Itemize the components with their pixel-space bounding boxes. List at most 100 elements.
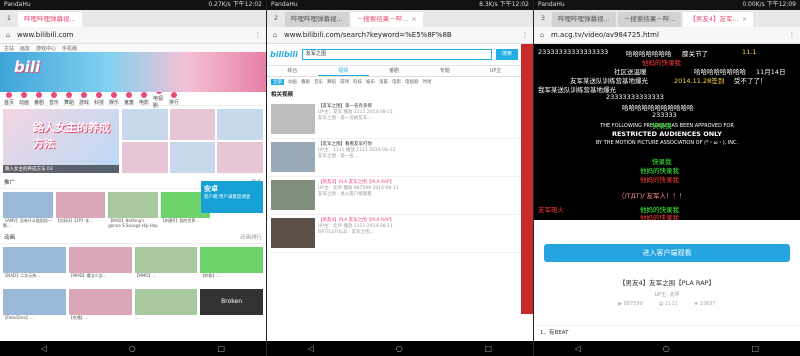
tab-bilibili-home[interactable]: 哔哩哔哩弹幕视...: [285, 12, 349, 27]
uploader[interactable]: UP主: 北坪: [534, 291, 800, 298]
tab-bilibili-home[interactable]: 哔哩哔哩弹幕视...: [18, 12, 82, 27]
video-card[interactable]: 【AMV】没有什么能阻挡一颗...: [3, 192, 53, 228]
filter-item[interactable]: 音乐: [314, 79, 323, 85]
recent-apps-icon[interactable]: □: [752, 344, 760, 353]
result-thumbnail[interactable]: [271, 218, 315, 248]
nav-item[interactable]: 科技: [93, 91, 105, 106]
home-icon[interactable]: ⌂: [537, 31, 547, 39]
tab-search-results[interactable]: －搜索结果－哔...: [617, 12, 682, 27]
nav-item[interactable]: 电影: [138, 91, 150, 106]
filter-item[interactable]: 鬼畜: [379, 79, 388, 85]
filter-item[interactable]: 游戏: [340, 79, 349, 85]
tab-all[interactable]: 综合: [267, 66, 318, 76]
result-thumbnail[interactable]: [271, 180, 315, 210]
nav-item[interactable]: 番剧: [33, 91, 45, 106]
filter-item[interactable]: 全部: [271, 79, 284, 85]
home-icon[interactable]: ⌂: [3, 31, 13, 39]
recent-apps-icon[interactable]: □: [485, 344, 493, 353]
video-card[interactable]: Broken: [200, 289, 263, 325]
top-link[interactable]: 画友: [20, 45, 30, 52]
search-result[interactable]: 【友军之围】第一名有多惨 UP主：友军 播放 1111 2014-08-11 友军之…: [267, 101, 521, 139]
address-bar[interactable]: ⌂ www.bilibili.com/search?keyword=%E5%8F…: [267, 27, 533, 44]
search-result[interactable]: 【男友4】PLA 友军之围【PLA RAP】 UP主：北坪 播放 887599 2…: [267, 177, 521, 215]
tab-bilibili-home[interactable]: 哔哩哔哩弹幕视...: [552, 12, 616, 27]
filter-item[interactable]: 电影: [392, 79, 401, 85]
nav-item[interactable]: 音乐: [48, 91, 60, 106]
open-in-app-button[interactable]: 进入客户端观看: [544, 244, 790, 262]
address-bar[interactable]: ⌂ m.acg.tv/video/av984725.html ⋮: [534, 27, 800, 44]
thumb[interactable]: [217, 109, 263, 140]
android-app-ad[interactable]: 安卓 客户端 用户满意度调查: [201, 181, 263, 213]
filter-item[interactable]: 舞蹈: [327, 79, 336, 85]
nav-item[interactable]: 排行: [168, 91, 180, 106]
hero-banner[interactable]: 路人女主的养成方法 路人女主的养成方法 03: [3, 109, 119, 173]
result-thumbnail[interactable]: [271, 104, 315, 134]
filter-item[interactable]: 娱乐: [366, 79, 375, 85]
filter-item[interactable]: 科技: [353, 79, 362, 85]
close-icon[interactable]: ×: [742, 15, 747, 23]
home-icon[interactable]: ○: [663, 344, 670, 353]
nav-item[interactable]: 舞蹈: [63, 91, 75, 106]
tab-video[interactable]: 视频: [317, 66, 369, 76]
back-icon[interactable]: ◁: [575, 344, 581, 353]
tab-video[interactable]: 【男友4】友军... ×: [683, 12, 754, 27]
top-link[interactable]: 手机版: [62, 45, 77, 52]
tab-special[interactable]: 专题: [419, 66, 470, 76]
nav-item[interactable]: 娱乐: [108, 91, 120, 106]
video-card[interactable]: ...: [134, 289, 198, 325]
top-link[interactable]: 游戏中心: [36, 45, 56, 52]
video-card[interactable]: 【吃播】...: [68, 289, 132, 325]
tab-count[interactable]: 3: [534, 10, 552, 27]
video-card[interactable]: 【Fate/Zero】...: [3, 289, 66, 325]
home-icon[interactable]: ⌂: [270, 31, 280, 39]
tab-count[interactable]: 1: [0, 10, 18, 27]
home-icon[interactable]: ○: [129, 344, 136, 353]
thumb[interactable]: [169, 142, 216, 173]
search-button[interactable]: 搜索: [496, 49, 518, 60]
bilibili-logo[interactable]: bili: [14, 58, 40, 76]
back-icon[interactable]: ◁: [41, 344, 47, 353]
thumb[interactable]: [122, 142, 168, 173]
video-player[interactable]: THE FOLLOWING PREVIEW HAS BEEN APPROVED …: [534, 44, 800, 220]
home-icon[interactable]: ○: [396, 344, 403, 353]
menu-icon[interactable]: ⋮: [520, 31, 530, 39]
thumb[interactable]: [169, 109, 216, 140]
ranking-link[interactable]: 动画排行: [240, 233, 262, 241]
nav-item[interactable]: 游戏: [78, 91, 90, 106]
url-text[interactable]: www.bilibili.com: [13, 31, 253, 39]
side-ad-strip[interactable]: [521, 44, 533, 314]
url-text[interactable]: m.acg.tv/video/av984725.html: [547, 31, 787, 39]
video-card[interactable]: 【MAD】Nothing's gonna S Savage Hip Hop: [108, 192, 158, 228]
search-result[interactable]: 【友军之围】看看友军打你 UP主：1111 播放 1111 2014-08-12 友…: [267, 139, 521, 177]
video-card[interactable]: 【MMD】...: [134, 247, 198, 283]
nav-item[interactable]: 首页: [3, 91, 15, 106]
filter-item[interactable]: 电视剧: [405, 79, 419, 85]
result-thumbnail[interactable]: [271, 142, 315, 172]
tab-up[interactable]: UP主: [470, 66, 521, 76]
filter-item[interactable]: 时尚: [423, 79, 432, 85]
filter-item[interactable]: 动画: [288, 79, 297, 85]
tab-search-results[interactable]: －搜索结果－哔... ×: [350, 12, 423, 27]
video-card[interactable]: 【转载】...: [200, 247, 263, 283]
nav-item[interactable]: 动画: [18, 91, 30, 106]
tab-bangumi[interactable]: 番剧: [369, 66, 420, 76]
recent-apps-icon[interactable]: □: [218, 344, 226, 353]
search-result[interactable]: 【男友4】PLA 友军之围【PLA RAP】 UP主：北坪 播放 1111 201…: [267, 215, 521, 253]
thumb[interactable]: [217, 142, 263, 173]
video-card[interactable]: 【MMD】魔法少女...: [68, 247, 132, 283]
close-icon[interactable]: ×: [411, 15, 416, 23]
video-card[interactable]: 【MAD】二次元热...: [3, 247, 66, 283]
video-card[interactable]: 【剑网3】【2P】花...: [55, 192, 106, 228]
back-icon[interactable]: ◁: [308, 344, 314, 353]
address-bar[interactable]: ⌂ www.bilibili.com ⋮: [0, 27, 266, 44]
url-text[interactable]: www.bilibili.com/search?keyword=%E5%8F%8…: [280, 31, 520, 39]
search-input[interactable]: 友军之围: [301, 49, 492, 60]
tab-count[interactable]: 2: [267, 10, 285, 27]
menu-icon[interactable]: ⋮: [253, 31, 263, 39]
nav-item[interactable]: 鬼畜: [123, 91, 135, 106]
bilibili-logo[interactable]: bilibili: [270, 50, 298, 59]
episode-item[interactable]: 1、有BEAT: [534, 325, 800, 338]
filter-item[interactable]: 番剧: [301, 79, 310, 85]
top-link[interactable]: 主站: [4, 45, 14, 52]
menu-icon[interactable]: ⋮: [787, 31, 797, 39]
